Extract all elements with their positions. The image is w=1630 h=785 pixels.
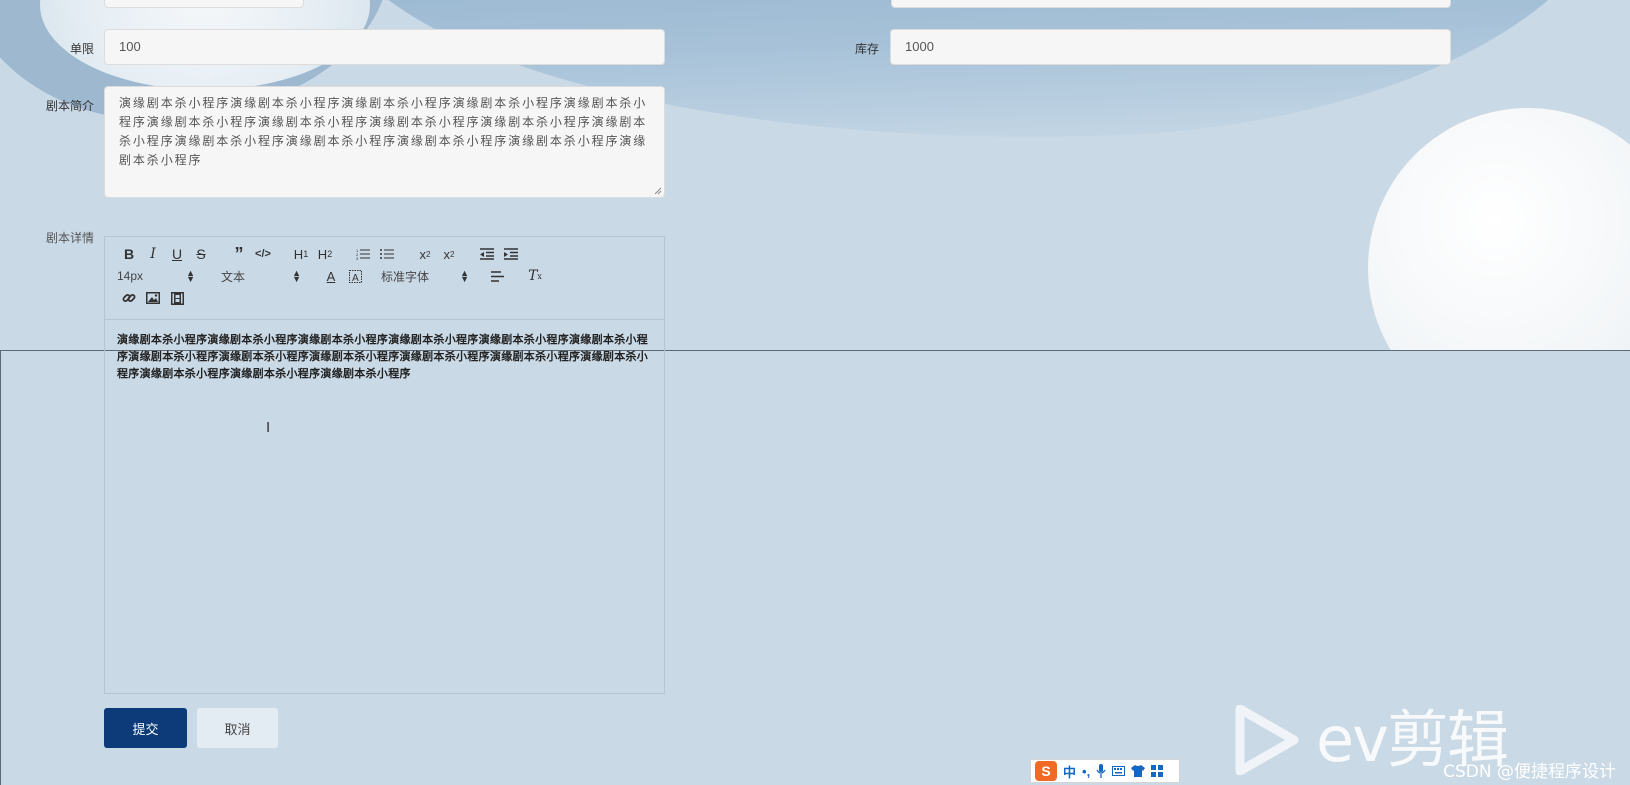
strike-icon[interactable]: S — [189, 243, 213, 265]
font-size-value: 14px — [117, 269, 144, 283]
editor-text: 演缘剧本杀小程序演缘剧本杀小程序演缘剧本杀小程序演缘剧本杀小程序演缘剧本杀小程序… — [117, 334, 649, 380]
select-arrows-icon: ▲ ▼ — [186, 268, 195, 284]
quota-input[interactable]: 100 — [104, 29, 665, 65]
superscript-icon[interactable]: x2 — [437, 243, 461, 265]
quota-label: 单限 — [69, 42, 94, 56]
link-icon[interactable] — [117, 287, 141, 309]
toolbox-grid-icon[interactable] — [1151, 765, 1164, 777]
rich-text-editor: B I U S ” </> H1 H2 123 x2 x2 14px ▲ ▼ 文… — [104, 236, 665, 694]
image-icon[interactable] — [141, 287, 165, 309]
summary-textarea[interactable]: 演缘剧本杀小程序演缘剧本杀小程序演缘剧本杀小程序演缘剧本杀小程序演缘剧本杀小程序… — [104, 86, 665, 198]
header-value: 文本 — [221, 269, 246, 284]
font-size-select[interactable]: 14px ▲ ▼ — [117, 265, 195, 287]
subscript-icon[interactable]: x2 — [413, 243, 437, 265]
indent-icon[interactable] — [499, 243, 523, 265]
keyboard-icon[interactable] — [1112, 766, 1126, 776]
stock-input[interactable]: 1000 — [890, 29, 1451, 65]
h1-icon[interactable]: H1 — [289, 243, 313, 265]
cancel-button[interactable]: 取消 — [197, 708, 278, 748]
h2-icon[interactable]: H2 — [313, 243, 337, 265]
bold-icon[interactable]: B — [117, 243, 141, 265]
toolbar-row-3 — [117, 287, 656, 309]
bullet-list-icon[interactable] — [375, 243, 399, 265]
ime-toolbar[interactable]: S 中 •, — [1030, 759, 1180, 783]
summary-label: 剧本简介 — [45, 99, 94, 113]
video-icon[interactable] — [165, 287, 189, 309]
select-arrows-icon: ▲ ▼ — [292, 268, 301, 284]
underline-icon[interactable]: U — [165, 243, 189, 265]
skin-shirt-icon[interactable] — [1131, 765, 1146, 777]
author-credit: CSDN @便捷程序设计 — [1443, 762, 1616, 782]
summary-text: 演缘剧本杀小程序演缘剧本杀小程序演缘剧本杀小程序演缘剧本杀小程序演缘剧本杀小程序… — [119, 96, 648, 167]
italic-icon[interactable]: I — [141, 243, 165, 265]
detail-label: 剧本详情 — [45, 231, 94, 245]
toolbar-row-1: B I U S ” </> H1 H2 123 x2 x2 — [117, 243, 656, 265]
select-arrows-icon: ▲ ▼ — [460, 268, 469, 284]
ime-punctuation[interactable]: •, — [1082, 764, 1090, 779]
ime-mode[interactable]: 中 — [1063, 762, 1076, 781]
font-family-value: 标准字体 — [381, 269, 430, 284]
header-select[interactable]: 文本 ▲ ▼ — [221, 265, 301, 287]
resize-handle-icon[interactable] — [654, 187, 662, 195]
play-logo-icon — [1235, 705, 1299, 775]
background-color-icon[interactable]: A — [343, 265, 367, 287]
sogou-logo-icon[interactable]: S — [1035, 761, 1057, 781]
cut-off-input-right[interactable] — [891, 0, 1451, 8]
font-family-select[interactable]: 标准字体 ▲ ▼ — [381, 265, 469, 287]
cut-off-input-left[interactable] — [104, 0, 304, 8]
stock-label: 库存 — [854, 42, 879, 56]
code-block-icon[interactable]: </> — [251, 243, 275, 265]
blockquote-icon[interactable]: ” — [227, 243, 251, 265]
microphone-icon[interactable] — [1096, 764, 1106, 778]
ordered-list-icon[interactable]: 123 — [351, 243, 375, 265]
text-cursor-icon: I — [266, 419, 271, 436]
submit-button[interactable]: 提交 — [104, 708, 187, 748]
editor-toolbar: B I U S ” </> H1 H2 123 x2 x2 14px ▲ ▼ 文… — [105, 237, 664, 320]
align-icon[interactable] — [485, 265, 509, 287]
editor-content[interactable]: 演缘剧本杀小程序演缘剧本杀小程序演缘剧本杀小程序演缘剧本杀小程序演缘剧本杀小程序… — [105, 320, 664, 395]
outdent-icon[interactable] — [475, 243, 499, 265]
svg-text:3: 3 — [356, 256, 359, 260]
font-color-icon[interactable]: A — [319, 265, 343, 287]
toolbar-row-2: 14px ▲ ▼ 文本 ▲ ▼ A A 标准字体 ▲ ▼ Tx — [117, 265, 656, 287]
clean-format-icon[interactable]: Tx — [523, 265, 547, 287]
svg-text:A: A — [352, 273, 359, 283]
